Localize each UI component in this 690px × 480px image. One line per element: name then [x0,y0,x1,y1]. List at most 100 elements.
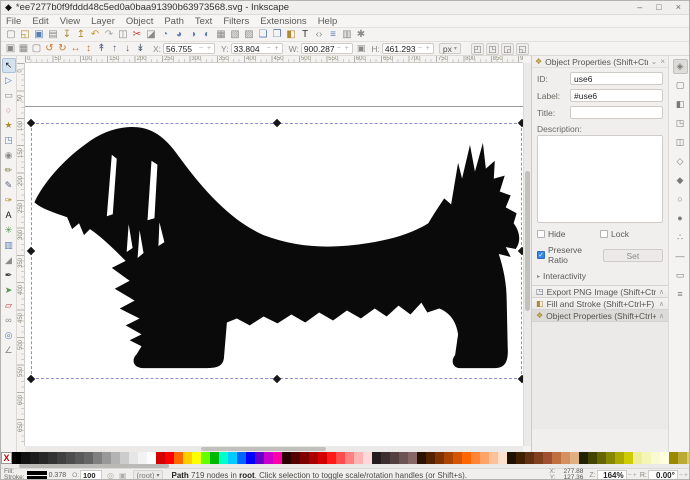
color-swatch[interactable] [507,452,516,464]
clone-icon[interactable]: ▧ [228,28,242,41]
preserve-ratio-checkbox[interactable]: ✓ [537,251,545,259]
color-swatch[interactable] [660,452,669,464]
dock-object-properties[interactable]: ❖ Object Properties (Shift+Ctrl+O) ∧ [532,309,668,321]
lower-icon[interactable]: ↓ [121,42,134,55]
color-swatch[interactable] [165,452,174,464]
scale-handle-w[interactable] [27,247,35,255]
tool-3d-box[interactable]: ◳ [2,133,16,148]
layer-visibility-icon[interactable]: ◎ [107,471,114,480]
tool-zoom[interactable]: ◎ [2,328,16,343]
color-swatch[interactable] [264,452,273,464]
paste-icon[interactable]: ◪ [144,28,158,41]
tool-eraser[interactable]: ▱ [2,298,16,313]
zoom-field[interactable]: 164% [597,470,627,480]
color-swatch[interactable] [12,452,21,464]
scale-handle-s[interactable] [273,375,281,383]
menu-item[interactable]: Help [318,16,338,27]
horizontal-scrollbar-thumb[interactable] [201,447,326,451]
raise-icon[interactable]: ↑ [108,42,121,55]
tool-selector[interactable]: ↖ [2,58,16,73]
color-swatch[interactable] [552,452,561,464]
color-swatch[interactable] [633,452,642,464]
no-color-swatch[interactable]: X [1,452,12,464]
description-textarea[interactable] [537,135,663,223]
color-swatch[interactable] [282,452,291,464]
color-swatch[interactable] [579,452,588,464]
color-swatch[interactable] [48,452,57,464]
tool-node-editor[interactable]: ▷ [2,73,16,88]
zoom-selection-icon[interactable]: ◕ [172,28,186,41]
menu-item[interactable]: File [6,16,21,27]
color-swatch[interactable] [228,452,237,464]
fill-swatch[interactable] [27,471,47,475]
zoom-minus-button[interactable]: − [628,472,632,479]
color-swatch[interactable] [642,452,651,464]
color-swatch[interactable] [678,452,687,464]
align-dialog-icon[interactable]: ≡ [326,28,340,41]
group-icon[interactable]: ❏ [256,28,270,41]
xml-editor-icon[interactable]: ‹› [312,28,326,41]
height-field[interactable]: 461.293− + [382,43,434,54]
scale-handle-sw[interactable] [27,375,35,383]
color-swatch[interactable] [543,452,552,464]
panel-close-icon[interactable]: × [660,57,665,66]
zoom-page-icon[interactable]: ◑ [186,28,200,41]
opacity-field[interactable]: 100 [80,470,102,480]
lower-to-bottom-icon[interactable]: ↡ [134,42,147,55]
color-swatch[interactable] [624,452,633,464]
color-swatch[interactable] [417,452,426,464]
collapse-chevron-icon[interactable]: ∧ [659,312,664,320]
select-all-layers-icon[interactable]: ▦ [17,42,30,55]
color-swatch[interactable] [291,452,300,464]
cut-icon[interactable]: ✂ [130,28,144,41]
color-swatch[interactable] [363,452,372,464]
lock-ratio-icon[interactable]: ▣ [357,43,366,54]
color-swatch[interactable] [138,452,147,464]
save-icon[interactable]: ▣ [32,28,46,41]
maximize-button[interactable]: □ [656,3,661,12]
flip-vertical-icon[interactable]: ↕ [82,42,95,55]
scale-handle-nw[interactable] [27,119,35,127]
interactivity-expander[interactable]: ▸ Interactivity [537,271,663,281]
color-swatch[interactable] [471,452,480,464]
color-swatch[interactable] [309,452,318,464]
scale-handle-n[interactable] [273,119,281,127]
tool-pen[interactable]: ✎ [2,178,16,193]
color-swatch[interactable] [147,452,156,464]
ungroup-icon[interactable]: ❐ [270,28,284,41]
menu-item[interactable]: View [60,16,80,27]
snap-nodes-icon[interactable]: ◆ [673,173,688,188]
horizontal-ruler[interactable]: 0501001502002503003504004505005506006507… [25,56,523,63]
color-swatch[interactable] [435,452,444,464]
menu-item[interactable]: Object [126,16,153,27]
color-swatch[interactable] [39,452,48,464]
tool-tweak[interactable]: ➤ [2,283,16,298]
color-swatch[interactable] [372,452,381,464]
menu-item[interactable]: Edit [32,16,48,27]
lock-checkbox[interactable] [600,230,608,238]
color-swatch[interactable] [570,452,579,464]
snap-path-intersections-icon[interactable]: ● [673,211,688,226]
color-swatch[interactable] [408,452,417,464]
color-swatch[interactable] [561,452,570,464]
color-swatch[interactable] [156,452,165,464]
color-swatch[interactable] [129,452,138,464]
color-swatch[interactable] [174,452,183,464]
minimize-button[interactable]: – [637,3,642,12]
new-document-icon[interactable]: ▢ [4,28,18,41]
vertical-ruler[interactable]: 050100150200250300350400450500550600650 [17,63,25,446]
snap-page-border-icon[interactable]: ≡ [673,287,688,302]
copy-icon[interactable]: ◫ [116,28,130,41]
menu-item[interactable]: Text [195,16,212,27]
color-swatch[interactable] [111,452,120,464]
color-swatch[interactable] [336,452,345,464]
dock-fill-stroke[interactable]: ◧ Fill and Stroke (Shift+Ctrl+F) ∧ [532,297,668,309]
id-input[interactable]: use6 [570,72,663,85]
transform-corners-toggle[interactable]: ◳ [486,43,499,55]
layer-dropdown[interactable]: (root) ▾ [133,470,164,480]
fill-stroke-dialog-icon[interactable]: ◧ [284,28,298,41]
tool-ellipse[interactable]: ○ [2,103,16,118]
snap-others-icon[interactable]: ▭ [673,268,688,283]
transform-stroke-toggle[interactable]: ◰ [471,43,484,55]
import-icon[interactable]: ↧ [60,28,74,41]
